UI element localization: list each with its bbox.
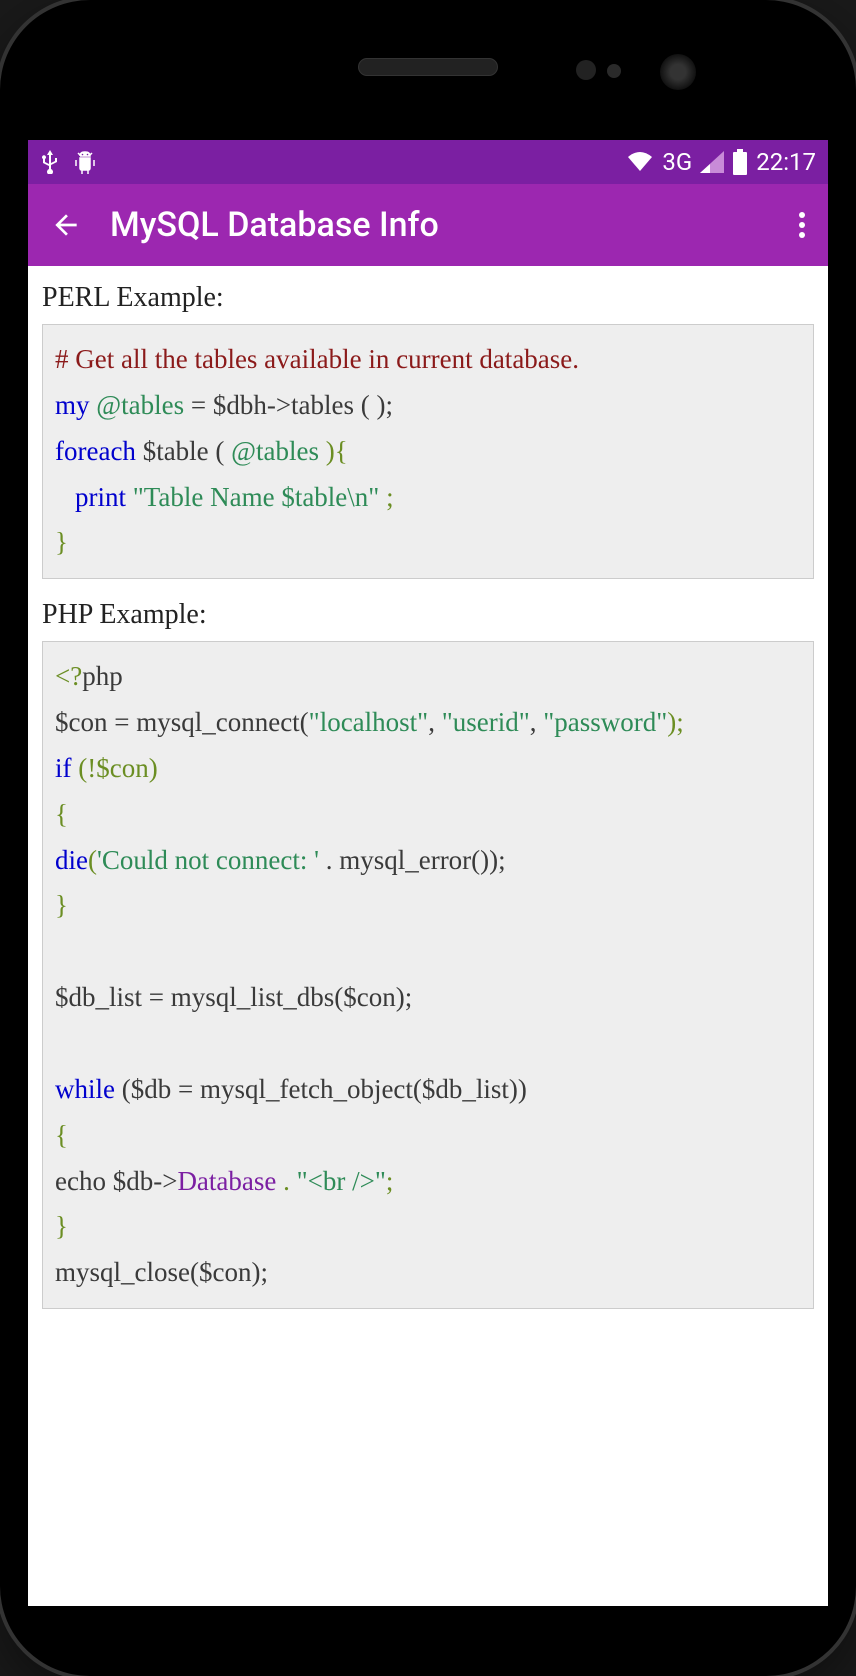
code-text: ; xyxy=(386,1166,394,1196)
code-text: $con = mysql_connect( xyxy=(55,707,309,737)
code-text: , xyxy=(428,707,442,737)
screen: 3G 22:17 MySQL Database Info PERL Exampl… xyxy=(28,140,828,1606)
code-text: = $dbh->tables ( ); xyxy=(191,390,393,420)
code-text: { xyxy=(55,794,801,836)
code-string: "<br />" xyxy=(297,1166,386,1196)
code-string: 'Could not connect: ' xyxy=(97,845,319,875)
code-text: ){ xyxy=(326,436,348,466)
status-bar: 3G 22:17 xyxy=(28,140,828,184)
code-keyword: while xyxy=(55,1074,115,1104)
code-text: ( xyxy=(88,845,97,875)
code-keyword: foreach xyxy=(55,436,136,466)
more-options-button[interactable] xyxy=(798,209,806,241)
code-string: "password" xyxy=(543,707,667,737)
code-variable: @tables xyxy=(96,390,184,420)
code-string: "userid" xyxy=(442,707,530,737)
code-text: (!$con) xyxy=(78,753,157,783)
content-scroll[interactable]: PERL Example: # Get all the tables avail… xyxy=(28,266,828,1606)
clock-time: 22:17 xyxy=(756,148,816,176)
phone-sensor xyxy=(576,60,596,80)
code-keyword: die xyxy=(55,845,88,875)
php-code-block: <?php $con = mysql_connect("localhost", … xyxy=(42,641,814,1309)
code-text: ); xyxy=(667,707,684,737)
code-keyword: my xyxy=(55,390,90,420)
android-debug-icon xyxy=(74,150,96,174)
wifi-icon xyxy=(626,151,654,173)
back-button[interactable] xyxy=(50,209,82,241)
phone-frame: 3G 22:17 MySQL Database Info PERL Exampl… xyxy=(0,0,856,1676)
page-title: MySQL Database Info xyxy=(110,205,770,245)
battery-icon xyxy=(732,149,748,175)
code-tag: <? xyxy=(55,661,82,691)
code-text: ($db = mysql_fetch_object($db_list)) xyxy=(122,1074,527,1104)
code-text: ; xyxy=(386,482,394,512)
code-string: "Table Name $table\n" xyxy=(133,482,380,512)
code-text: , xyxy=(530,707,544,737)
code-text: $table ( xyxy=(143,436,225,466)
signal-label: 3G xyxy=(662,148,692,176)
code-property: Database xyxy=(177,1166,276,1196)
code-text: $db_list = mysql_list_dbs($con); xyxy=(55,977,801,1019)
code-text: echo $db-> xyxy=(55,1166,177,1196)
code-comment: # Get all the tables available in curren… xyxy=(55,339,801,381)
front-camera xyxy=(660,54,696,90)
phone-speaker xyxy=(358,58,498,76)
code-keyword: print xyxy=(75,482,126,512)
code-variable: @tables xyxy=(231,436,319,466)
signal-icon xyxy=(700,151,724,173)
app-bar: MySQL Database Info xyxy=(28,184,828,266)
code-keyword: if xyxy=(55,753,72,783)
perl-code-block: # Get all the tables available in curren… xyxy=(42,324,814,579)
phone-sensor xyxy=(607,64,621,78)
code-text: php xyxy=(82,661,123,691)
code-text: } xyxy=(55,885,801,927)
code-text: mysql_close($con); xyxy=(55,1252,801,1294)
code-text: . mysql_error()); xyxy=(319,845,506,875)
code-text: . xyxy=(276,1166,296,1196)
code-text: } xyxy=(55,522,801,564)
code-text: { xyxy=(55,1115,801,1157)
usb-icon xyxy=(40,150,60,174)
code-string: "localhost" xyxy=(309,707,429,737)
perl-section-title: PERL Example: xyxy=(42,282,814,314)
php-section-title: PHP Example: xyxy=(42,599,814,631)
code-text: } xyxy=(55,1206,801,1248)
